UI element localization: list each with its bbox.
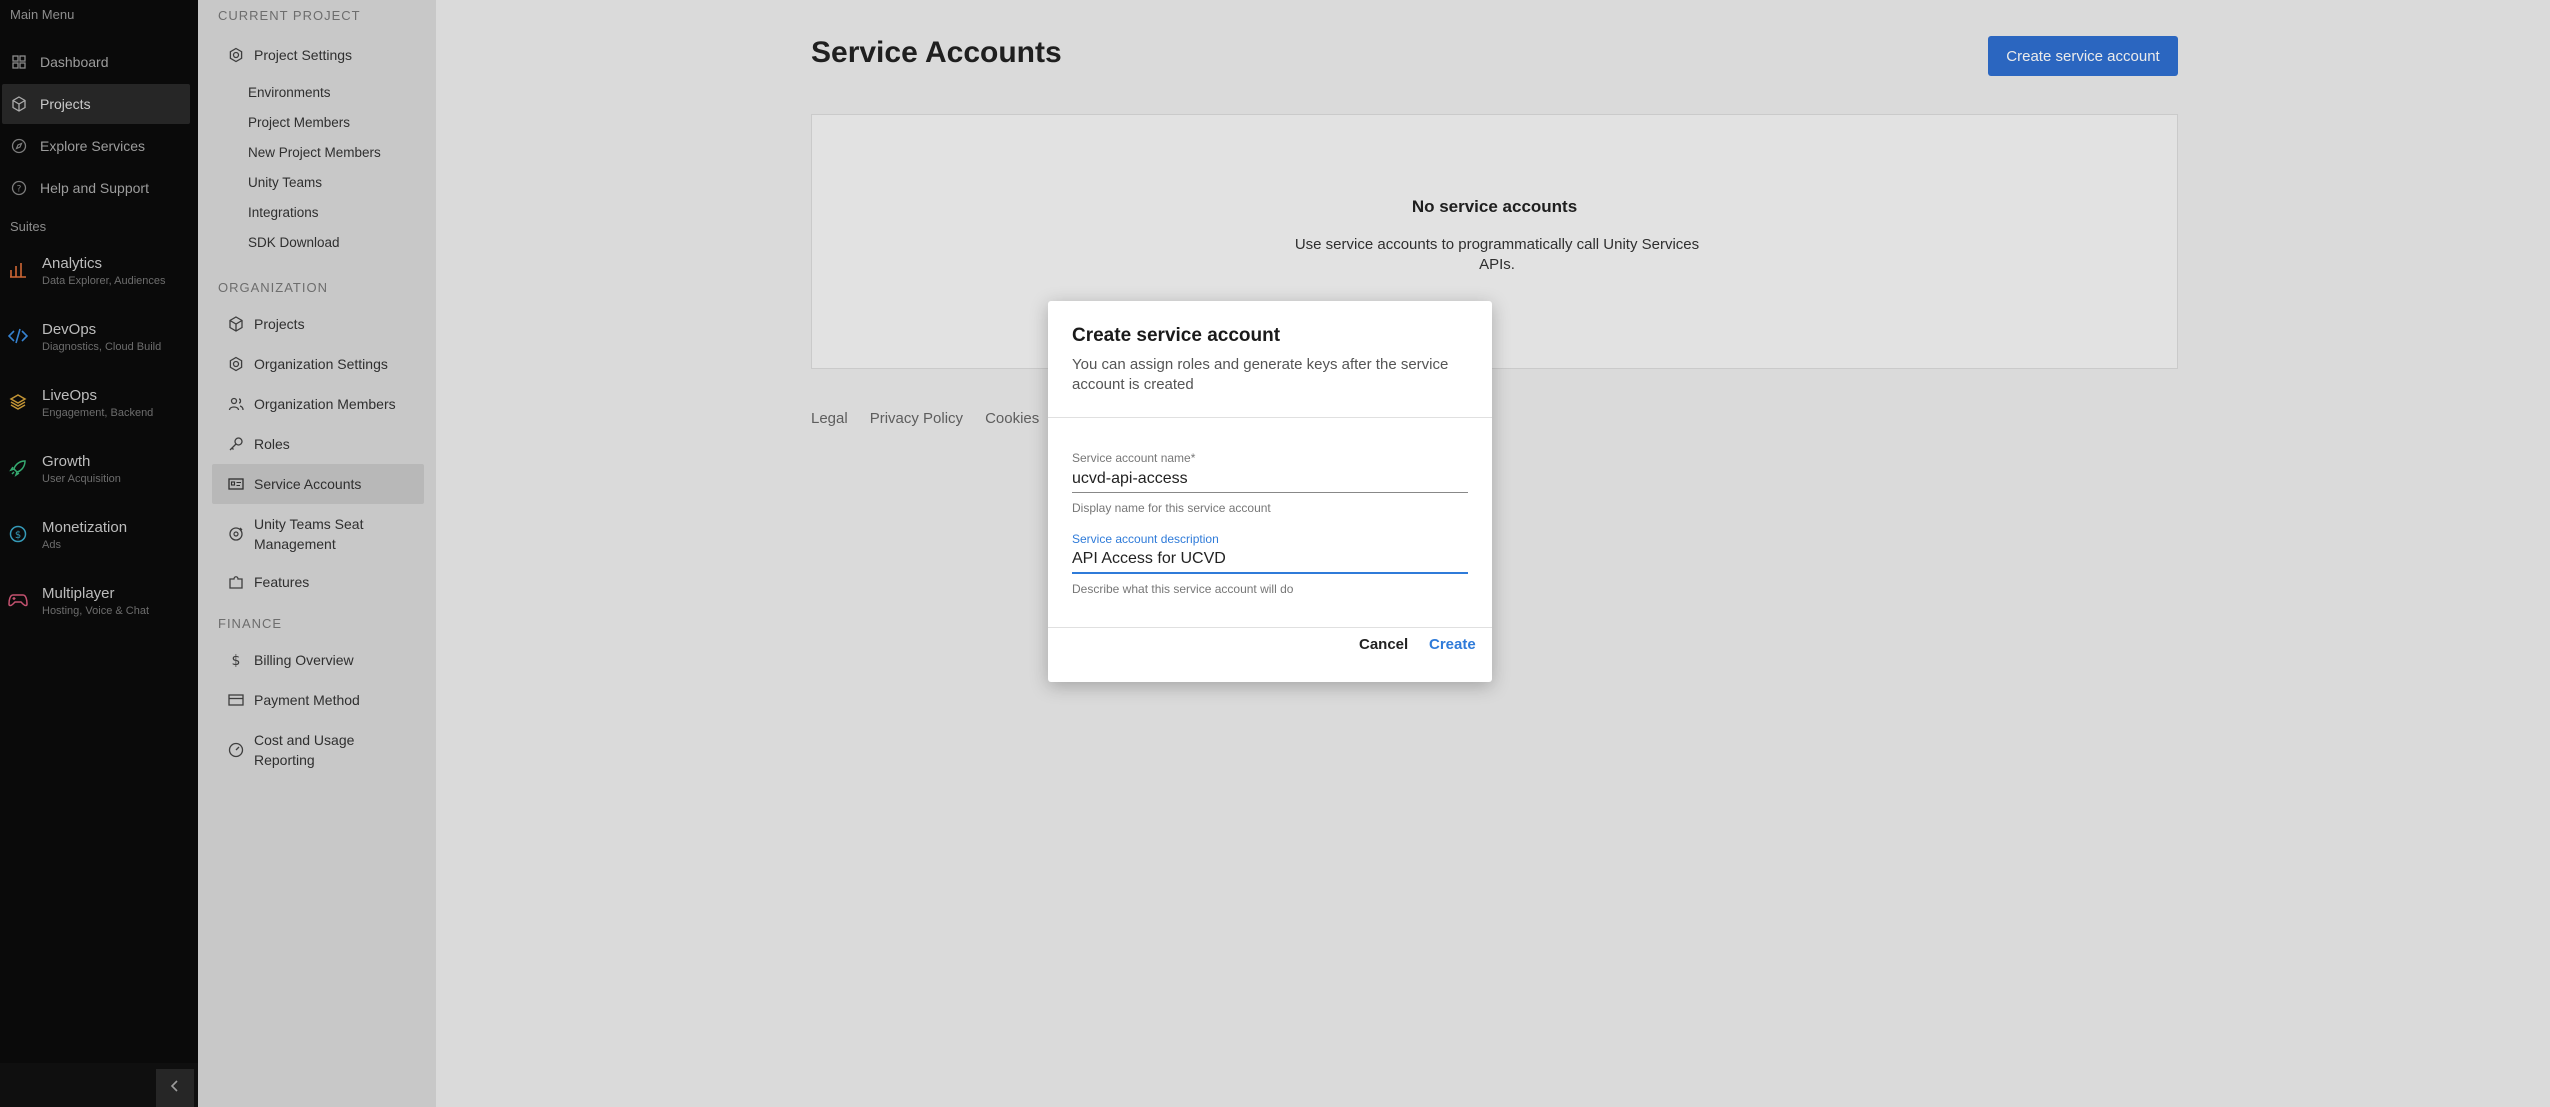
name-field-help: Display name for this service account — [1072, 501, 1271, 515]
create-button[interactable]: Create — [1429, 636, 1476, 653]
service-account-name-input[interactable] — [1072, 465, 1468, 493]
create-service-account-dialog: Create service account You can assign ro… — [1048, 301, 1492, 682]
service-account-description-field: Service account description Describe wha… — [1072, 532, 1468, 596]
description-field-help: Describe what this service account will … — [1072, 582, 1294, 596]
name-field-label: Service account name* — [1072, 451, 1196, 465]
dialog-divider — [1048, 627, 1492, 628]
description-field-label: Service account description — [1072, 532, 1219, 546]
service-account-name-field: Service account name* Display name for t… — [1072, 451, 1468, 515]
cancel-button[interactable]: Cancel — [1359, 636, 1408, 653]
dialog-divider — [1048, 417, 1492, 418]
service-account-description-input[interactable] — [1072, 546, 1468, 574]
dialog-title: Create service account — [1072, 325, 1281, 346]
dialog-subtitle: You can assign roles and generate keys a… — [1072, 356, 1449, 393]
